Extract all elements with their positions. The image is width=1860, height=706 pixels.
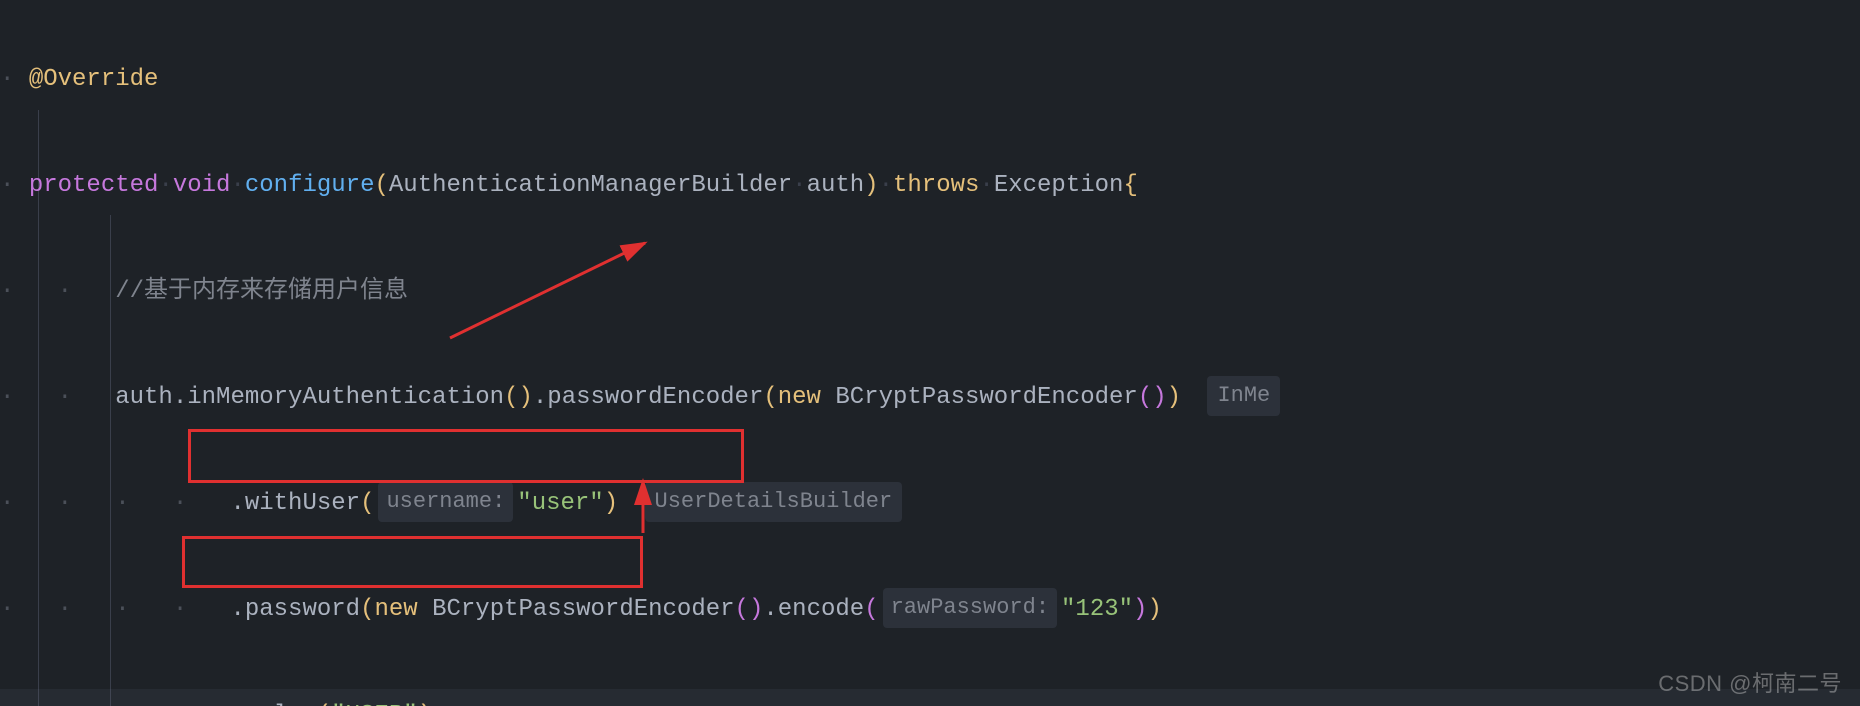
inlay-hint: InMe	[1207, 376, 1280, 416]
code-line: · @Override	[0, 53, 1860, 106]
code-editor[interactable]: · @Override · protected·void·configure(A…	[0, 0, 1860, 706]
code-line: · · · · .password(new BCryptPasswordEnco…	[0, 583, 1860, 636]
code-line: · · · · .withUser(username:"user") UserD…	[0, 477, 1860, 530]
comment: //基于内存来存储用户信息	[115, 278, 408, 305]
code-line: · · //基于内存来存储用户信息	[0, 265, 1860, 318]
watermark: CSDN @柯南二号	[1658, 666, 1842, 698]
inlay-hint: UserDetailsBuilder	[645, 482, 903, 522]
code-line-active: · · · · .roles("USER")	[0, 689, 1860, 706]
param-hint: rawPassword:	[883, 588, 1057, 628]
param-hint: username:	[378, 482, 513, 522]
code-line: · protected·void·configure(Authenticatio…	[0, 159, 1860, 212]
code-line: · · auth.inMemoryAuthentication().passwo…	[0, 371, 1860, 424]
annotation: @Override	[29, 66, 159, 93]
